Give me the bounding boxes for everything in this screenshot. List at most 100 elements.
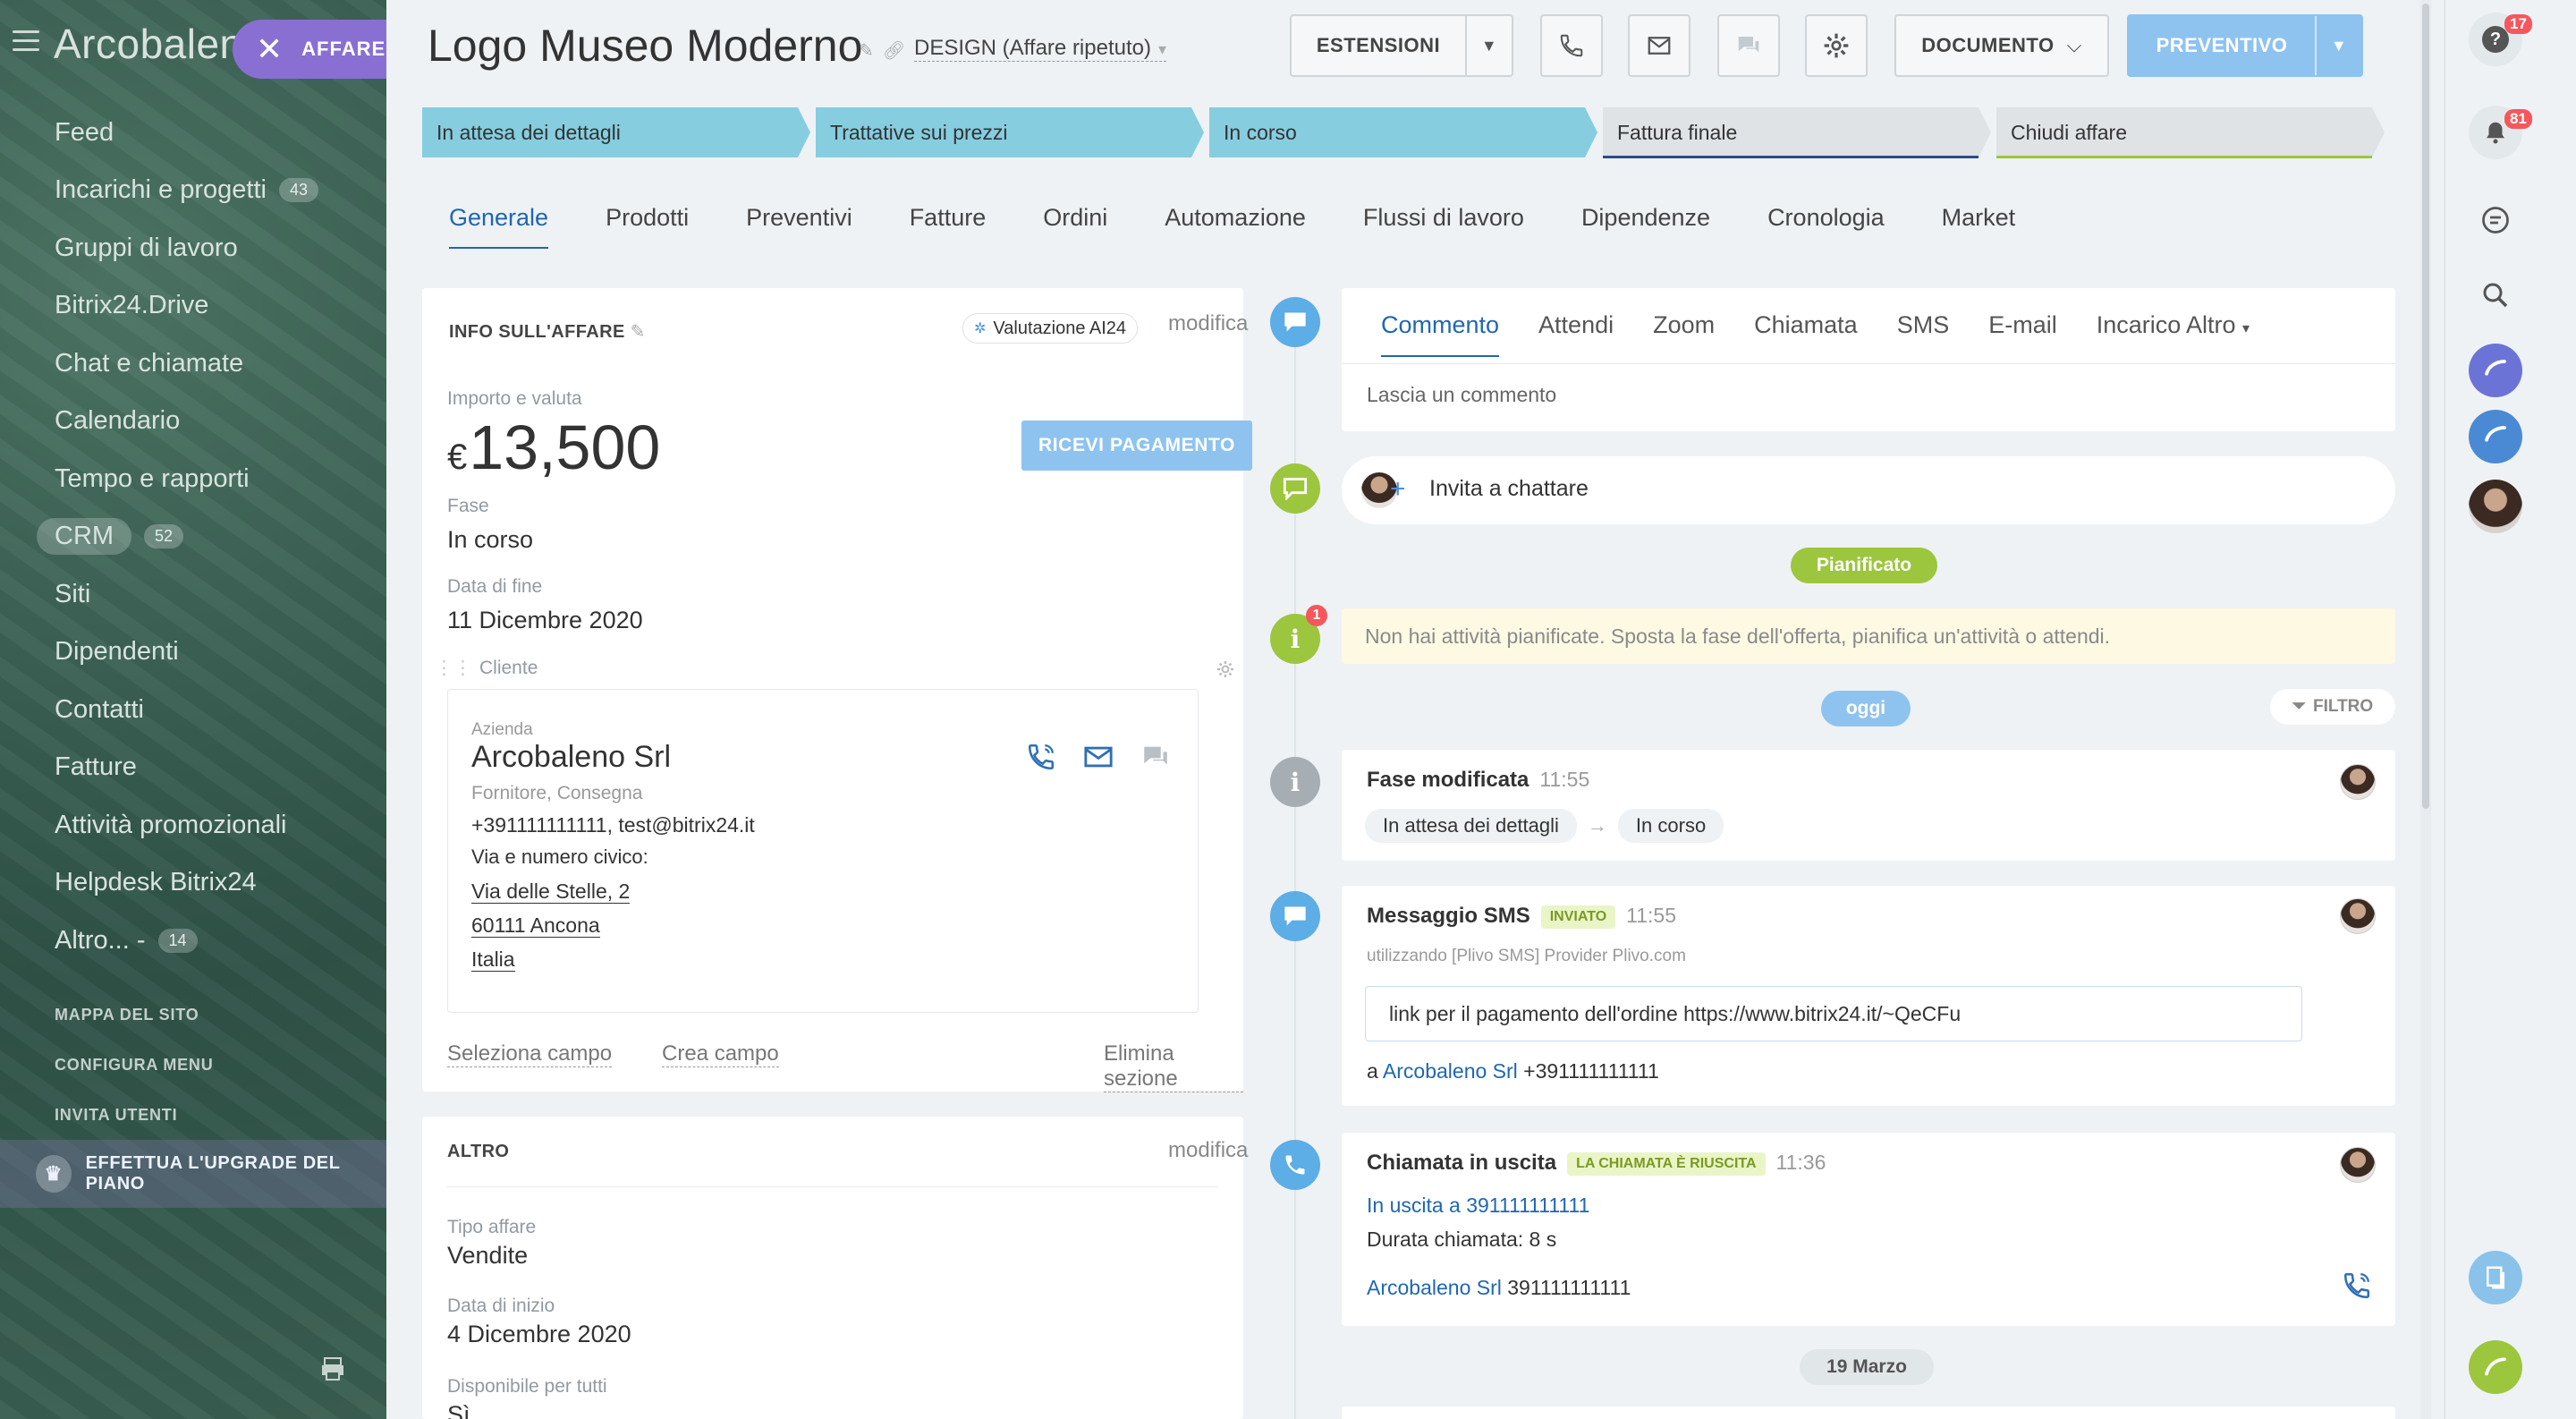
scrollbar-thumb[interactable] bbox=[2422, 4, 2429, 809]
recipient-link[interactable]: Arcobaleno Srl bbox=[1383, 1059, 1518, 1083]
documents-button[interactable] bbox=[2469, 1251, 2522, 1304]
edit-link[interactable]: modifica bbox=[1168, 1138, 1248, 1163]
avatar[interactable] bbox=[2340, 1147, 2376, 1183]
link-icon[interactable]: 🔗︎ bbox=[883, 39, 905, 62]
stage-price-negotiation[interactable]: Trattative sui prezzi bbox=[816, 107, 1204, 157]
tab-sms[interactable]: SMS bbox=[1897, 311, 1950, 357]
call-button[interactable] bbox=[1540, 14, 1603, 77]
select-field-link[interactable]: Seleziona campo bbox=[447, 1041, 613, 1067]
sidebar-item-drive[interactable]: Bitrix24.Drive bbox=[0, 277, 386, 336]
search-button[interactable] bbox=[2469, 268, 2522, 322]
tab-automation[interactable]: Automazione bbox=[1165, 204, 1306, 249]
tab-orders[interactable]: Ordini bbox=[1043, 204, 1107, 249]
stage-final-invoice[interactable]: Fattura finale bbox=[1603, 107, 1991, 157]
sitemap-link[interactable]: MAPPA DEL SITO bbox=[55, 1006, 377, 1024]
tab-general[interactable]: Generale bbox=[449, 204, 549, 249]
menu-icon[interactable] bbox=[13, 30, 39, 54]
email-button[interactable] bbox=[1628, 14, 1690, 77]
outgoing-call-link[interactable]: In uscita a 391111111111 bbox=[1367, 1194, 1589, 1218]
invite-chat-row[interactable]: + Invita a chattare bbox=[1342, 456, 2395, 524]
chat-bubbles-icon[interactable] bbox=[1140, 742, 1171, 772]
messenger-button[interactable] bbox=[2469, 193, 2522, 247]
drag-handle-icon[interactable]: ⋮⋮ bbox=[435, 658, 472, 678]
pencil-icon[interactable]: ✎ bbox=[859, 39, 874, 62]
phone-icon[interactable] bbox=[1026, 742, 1056, 772]
to-stage: In corso bbox=[1617, 809, 1724, 843]
receive-payment-button[interactable]: RICEVI PAGAMENTO bbox=[1021, 421, 1252, 471]
tab-market[interactable]: Market bbox=[1942, 204, 2016, 249]
avatar[interactable] bbox=[2340, 764, 2376, 800]
chevron-down-icon[interactable]: ▼ bbox=[2315, 16, 2361, 75]
tab-history[interactable]: Cronologia bbox=[1767, 204, 1885, 249]
avatar[interactable] bbox=[2340, 898, 2376, 934]
gear-icon[interactable] bbox=[1215, 659, 1236, 680]
printer-icon[interactable] bbox=[320, 1356, 345, 1381]
phone-icon[interactable] bbox=[2342, 1270, 2372, 1301]
tab-comment[interactable]: Commento bbox=[1381, 311, 1500, 357]
sidebar-item-crm[interactable]: CRM 52 bbox=[0, 508, 386, 566]
sidebar-item-contacts[interactable]: Contatti bbox=[0, 681, 386, 739]
ai-scoring-badge[interactable]: ✲ Valutazione AI24 bbox=[962, 313, 1139, 344]
quote-button[interactable]: PREVENTIVO ▼ bbox=[2127, 14, 2363, 77]
invite-users-link[interactable]: INVITA UTENTI bbox=[55, 1106, 377, 1125]
tab-wait[interactable]: Attendi bbox=[1538, 311, 1614, 357]
user-avatar[interactable] bbox=[2469, 480, 2522, 533]
tab-email[interactable]: E-mail bbox=[1988, 311, 2057, 357]
help-count-badge: 17 bbox=[2504, 14, 2532, 34]
sidebar-item-helpdesk[interactable]: Helpdesk Bitrix24 bbox=[0, 854, 386, 913]
sidebar-item-label: Siti bbox=[55, 579, 91, 608]
tab-call[interactable]: Chiamata bbox=[1754, 311, 1858, 357]
sidebar-item-sites[interactable]: Siti bbox=[0, 565, 386, 624]
tab-quotes[interactable]: Preventivi bbox=[746, 204, 852, 249]
tab-workflows[interactable]: Flussi di lavoro bbox=[1363, 204, 1524, 249]
close-icon: ✕ bbox=[256, 30, 284, 67]
plus-icon: + bbox=[1390, 474, 1406, 504]
deal-title[interactable]: Logo Museo Moderno bbox=[428, 20, 862, 72]
close-deal-slider-button[interactable]: ✕ AFFARE bbox=[233, 20, 386, 79]
tab-zoom[interactable]: Zoom bbox=[1653, 311, 1715, 357]
deal-category-dropdown[interactable]: DESIGN (Affare ripetuto) bbox=[914, 36, 1167, 62]
sidebar-item-tasks[interactable]: Incarichi e progetti 43 bbox=[0, 162, 386, 220]
stage-close-deal[interactable]: Chiudi affare bbox=[1996, 107, 2385, 157]
tab-invoices[interactable]: Fatture bbox=[910, 204, 987, 249]
extensions-button[interactable]: ESTENSIONI ▼ bbox=[1290, 14, 1513, 77]
tab-task[interactable]: Incarico bbox=[2097, 311, 2182, 357]
sidebar-item-feed[interactable]: Feed bbox=[0, 104, 386, 162]
sidebar-item-invoices[interactable]: Fatture bbox=[0, 739, 386, 797]
chevron-down-icon[interactable]: ▼ bbox=[1465, 16, 1512, 75]
sidebar-item-workgroups[interactable]: Gruppi di lavoro bbox=[0, 219, 386, 277]
more-tabs-dropdown[interactable]: Altro ▾ bbox=[2186, 311, 2250, 339]
create-field-link[interactable]: Crea campo bbox=[662, 1041, 779, 1067]
sidebar-item-time-reports[interactable]: Tempo e rapporti bbox=[0, 450, 386, 508]
call-start-button[interactable] bbox=[2469, 1340, 2522, 1394]
tab-products[interactable]: Prodotti bbox=[606, 204, 689, 249]
comment-input[interactable]: Lascia un commento bbox=[1367, 383, 1556, 407]
client-name[interactable]: Arcobaleno Srl bbox=[471, 740, 671, 775]
sidebar-item-chat[interactable]: Chat e chiamate bbox=[0, 335, 386, 393]
telephony-button[interactable] bbox=[2469, 344, 2522, 397]
contact-link[interactable]: Arcobaleno Srl bbox=[1367, 1276, 1502, 1299]
settings-button[interactable] bbox=[1805, 14, 1868, 77]
tab-dependencies[interactable]: Dipendenze bbox=[1581, 204, 1710, 249]
edit-link[interactable]: modifica bbox=[1168, 311, 1248, 336]
envelope-icon[interactable] bbox=[1083, 742, 1114, 772]
delete-section-link[interactable]: Elimina sezione bbox=[1104, 1041, 1243, 1092]
notifications-count-badge: 81 bbox=[2504, 109, 2532, 129]
sidebar-item-calendar[interactable]: Calendario bbox=[0, 393, 386, 451]
upgrade-plan-button[interactable]: ♛ EFFETTUA L'UPGRADE DEL PIANO bbox=[0, 1140, 386, 1208]
stage-waiting-details[interactable]: In attesa dei dettagli bbox=[422, 107, 810, 157]
sidebar-item-promotions[interactable]: Attività promozionali bbox=[0, 796, 386, 854]
document-dropdown[interactable]: DOCUMENTO ⌵ bbox=[1894, 14, 2109, 77]
telephony-line-button[interactable] bbox=[2469, 410, 2522, 463]
filter-icon: ⏷ bbox=[2292, 697, 2306, 716]
configure-menu-link[interactable]: CONFIGURA MENU bbox=[55, 1056, 377, 1075]
sidebar-item-employees[interactable]: Dipendenti bbox=[0, 624, 386, 682]
client-street[interactable]: Via delle Stelle, 2 bbox=[471, 879, 631, 904]
chat-button[interactable] bbox=[1717, 14, 1780, 77]
client-country[interactable]: Italia bbox=[471, 947, 515, 972]
pencil-icon[interactable]: ✎ bbox=[631, 322, 646, 342]
client-city[interactable]: 60111 Ancona bbox=[471, 913, 600, 938]
filter-button[interactable]: ⏷ FILTRO bbox=[2270, 689, 2395, 725]
sidebar-item-more[interactable]: Altro... - 14 bbox=[0, 912, 386, 970]
stage-in-progress[interactable]: In corso bbox=[1209, 107, 1597, 157]
